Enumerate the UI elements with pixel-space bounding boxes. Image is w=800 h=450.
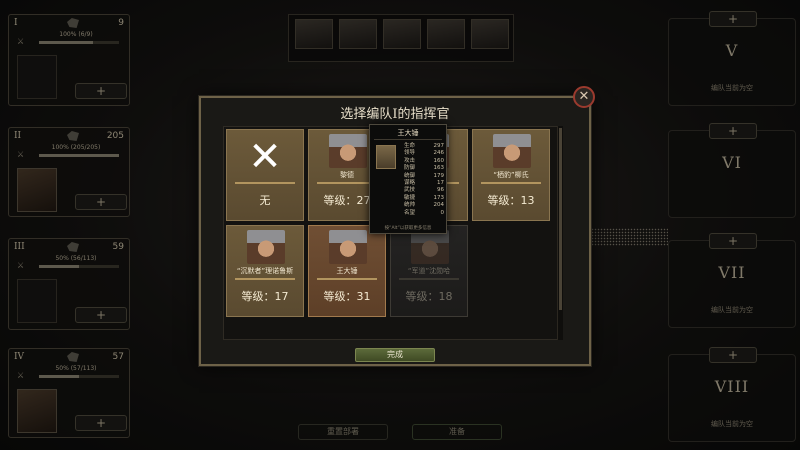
stat-row: 统御 179 xyxy=(404,173,444,180)
divider xyxy=(317,278,377,280)
divider xyxy=(235,182,295,184)
card-name: “栖豹”柳氏 xyxy=(493,171,529,179)
commander-tooltip: 王大锤 生命 297 领导 246 攻击 160 防御 163 统御 179 谋略 17 武技 96 敏捷 1… xyxy=(369,124,447,234)
divider xyxy=(235,278,295,280)
stat-label: 统帅 xyxy=(404,202,416,209)
stat-value: 160 xyxy=(433,157,445,164)
card-level: 等级：17 xyxy=(241,290,289,303)
card-level: 等级：31 xyxy=(323,290,371,303)
card-level: 等级：18 xyxy=(405,290,453,303)
stat-label: 领导 xyxy=(404,150,416,157)
stat-value: 96 xyxy=(437,187,444,194)
commander-portrait xyxy=(247,230,285,264)
stat-label: 防御 xyxy=(404,165,416,172)
card-name: “军道”沈勋哈 xyxy=(407,267,451,275)
commander-portrait xyxy=(493,134,531,168)
commander-card[interactable]: ✕ 无 xyxy=(226,129,304,221)
stat-value: 0 xyxy=(440,209,445,216)
tooltip-hint: 按“Alt”以获取更多信息 xyxy=(384,226,432,231)
card-level: 等级：13 xyxy=(487,194,535,207)
stat-value: 179 xyxy=(433,172,445,179)
divider xyxy=(374,139,442,140)
commander-portrait xyxy=(329,230,367,264)
divider xyxy=(399,278,459,280)
card-name: “沉默者”理诺鲁斯 xyxy=(236,267,294,275)
commander-card[interactable]: “栖豹”柳氏等级：13 xyxy=(472,129,550,221)
card-name: 无 xyxy=(259,194,271,207)
stat-value: 246 xyxy=(433,150,445,157)
stat-row: 名望 0 xyxy=(404,210,444,217)
stat-value: 297 xyxy=(433,143,445,149)
commander-card[interactable]: “沉默者”理诺鲁斯等级：17 xyxy=(226,225,304,317)
scrollbar-thumb[interactable] xyxy=(559,128,562,310)
stat-label: 名望 xyxy=(404,209,416,216)
stat-row: 统帅 204 xyxy=(404,202,444,209)
stat-list: 生命 297 领导 246 攻击 160 防御 163 统御 179 谋略 17 武技 96 敏捷 173 统帅… xyxy=(404,143,444,217)
commander-portrait xyxy=(329,134,367,168)
dialog-title: 选择编队I的指挥官 xyxy=(340,107,450,122)
none-x-icon: ✕ xyxy=(248,134,282,180)
trait-icon xyxy=(376,145,396,169)
commander-portrait xyxy=(411,230,449,264)
stat-value: 17 xyxy=(437,180,444,187)
scrollbar[interactable] xyxy=(557,126,563,340)
divider xyxy=(481,182,541,184)
stat-row: 防御 163 xyxy=(404,165,444,172)
tooltip-name: 王大锤 xyxy=(397,129,419,137)
divider xyxy=(317,182,377,184)
commander-card[interactable]: 王大锤等级：31 xyxy=(308,225,386,317)
close-icon[interactable]: ✕ xyxy=(573,86,595,108)
finish-button[interactable]: 完成 xyxy=(355,348,435,362)
stat-row: 领导 246 xyxy=(404,150,444,157)
commander-card[interactable]: “军道”沈勋哈等级：18 xyxy=(390,225,468,317)
stat-value: 173 xyxy=(433,194,445,201)
stat-label: 武技 xyxy=(404,187,416,194)
stat-value: 204 xyxy=(433,202,445,209)
stat-label: 统御 xyxy=(404,172,416,179)
stat-row: 武技 96 xyxy=(404,187,444,194)
stat-value: 163 xyxy=(433,165,445,172)
card-name: 王大锤 xyxy=(336,267,358,275)
